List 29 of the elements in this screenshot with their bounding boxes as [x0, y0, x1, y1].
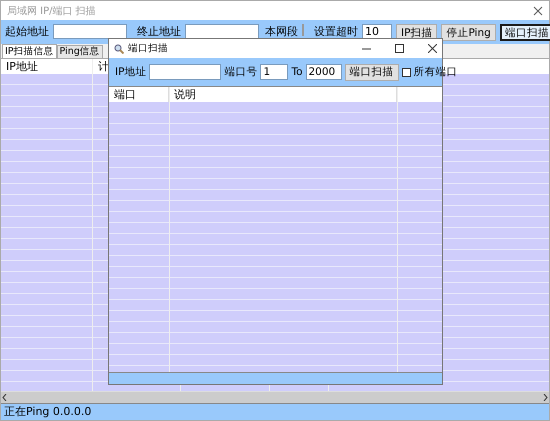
timeout-field[interactable]: 10 [362, 24, 392, 39]
dialog-title: 端口扫描 [128, 42, 169, 55]
status-text: 正在Ping 0.0.0.0 [1, 403, 549, 420]
port-scan-button[interactable]: 端口扫描 [344, 64, 398, 80]
all-ports-checkbox[interactable] [402, 68, 410, 76]
port-from-field[interactable]: 1 [260, 64, 288, 80]
magnifier-icon [114, 44, 124, 54]
start-address-field[interactable] [53, 24, 127, 39]
start-address-label: 起始地址 [5, 24, 49, 39]
port-to-field[interactable]: 2000 [306, 64, 342, 80]
close-icon[interactable] [428, 44, 437, 53]
timeout-label: 设置超时 [314, 24, 358, 39]
port-label: 端口号 [224, 65, 258, 79]
tab[interactable]: Ping信息 [56, 45, 103, 58]
ip-address-label: IP地址 [115, 65, 146, 79]
toolbar-button[interactable]: 停止Ping [441, 24, 496, 41]
scroll-left-icon[interactable] [1, 394, 8, 401]
maximize-icon[interactable] [395, 44, 404, 53]
window-title: 局域网 IP/端口 扫描 [7, 4, 96, 18]
to-label: To [291, 66, 302, 78]
all-ports-label: 所有端口 [414, 65, 458, 79]
close-icon[interactable] [533, 6, 543, 16]
segment-label: 本网段 [265, 24, 298, 39]
tab[interactable]: IP扫描信息 [2, 44, 57, 58]
ip-address-field[interactable] [149, 64, 222, 80]
end-address-label: 终止地址 [137, 24, 181, 39]
end-address-field[interactable] [185, 24, 259, 39]
toolbar-button[interactable]: 端口扫描 [500, 24, 550, 41]
scroll-right-icon[interactable] [542, 394, 549, 401]
